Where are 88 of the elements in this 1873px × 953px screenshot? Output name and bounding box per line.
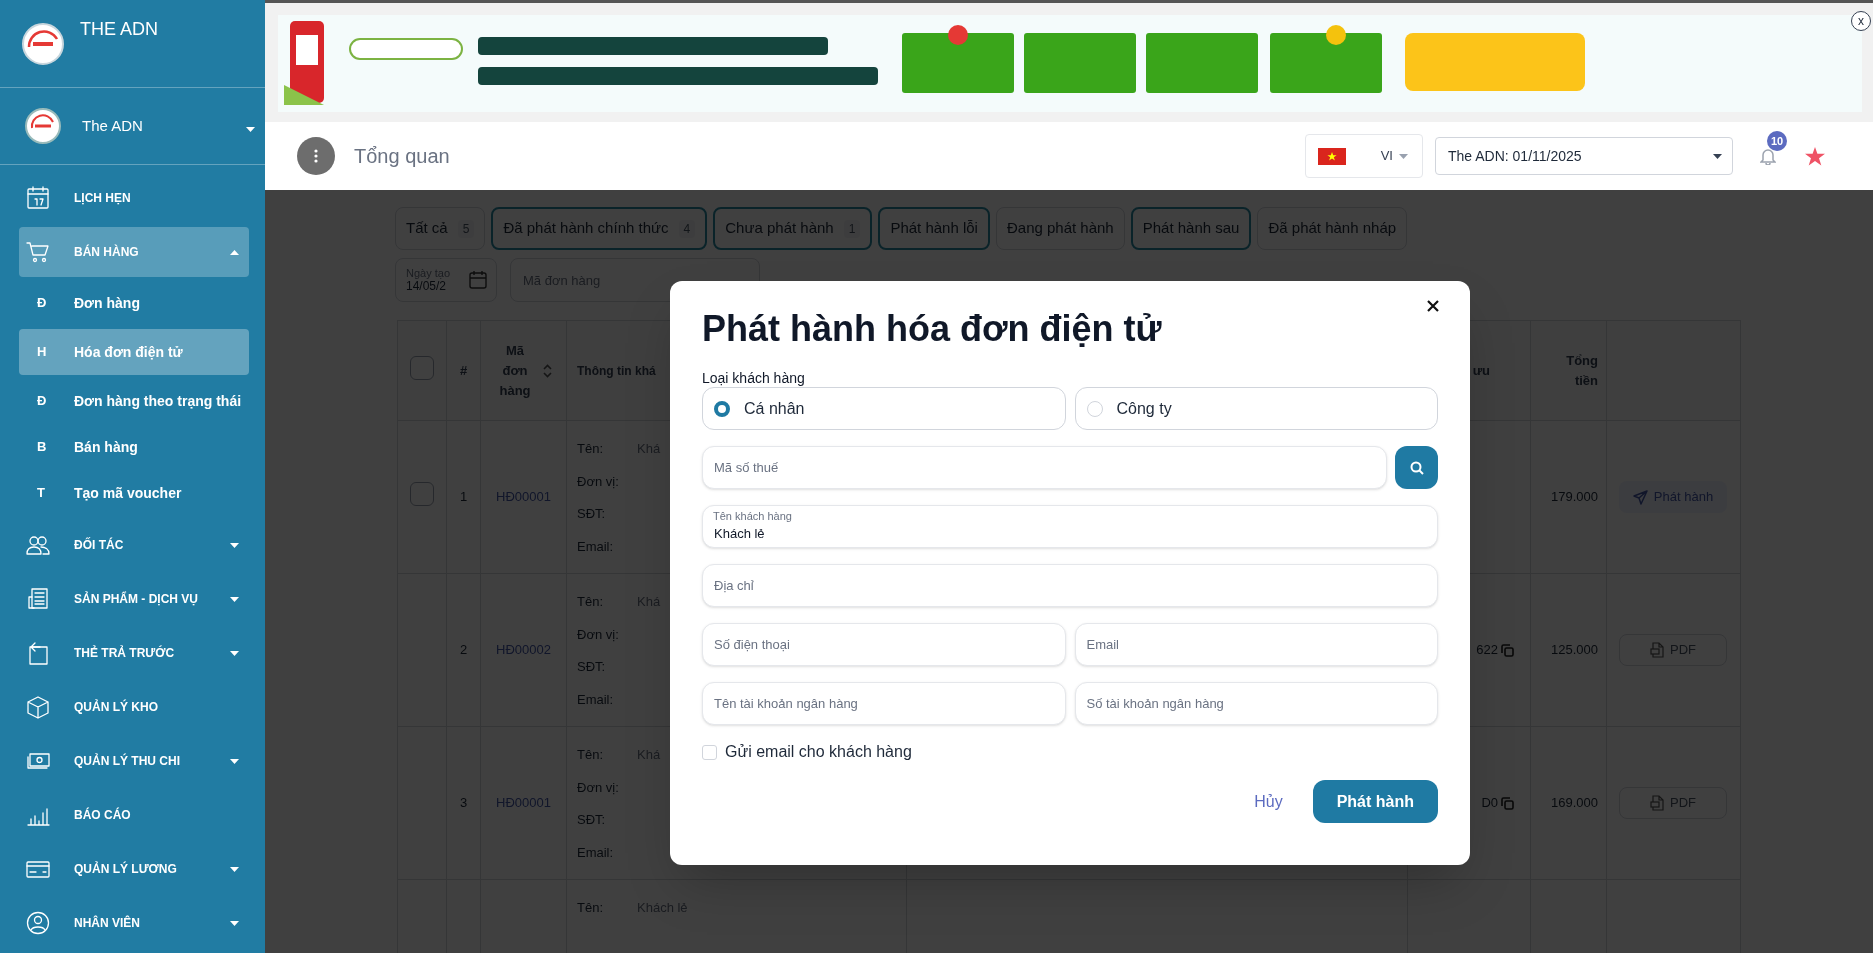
more-button[interactable] — [297, 137, 335, 175]
notification-badge: 10 — [1767, 131, 1787, 151]
close-button[interactable]: x — [1851, 11, 1871, 31]
sidebar-subitem[interactable]: T Tạo mã voucher — [19, 470, 249, 516]
sidebar-subitem[interactable]: B Bán hàng — [19, 424, 249, 470]
page-title: Tổng quan — [354, 144, 450, 169]
item-label: Tạo mã voucher — [74, 483, 182, 503]
info-label: Email: — [577, 537, 615, 556]
dialog-title: Phát hành hóa đơn điện tử — [702, 307, 1163, 351]
cart-icon — [26, 240, 50, 264]
item-initial: Đ — [37, 294, 48, 313]
info-label: Email: — [577, 843, 615, 862]
input-field[interactable]: Số tài khoản ngân hàng — [1074, 682, 1438, 725]
item-initial: H — [37, 343, 48, 362]
item-label: Bán hàng — [74, 437, 138, 457]
caret-icon — [1713, 153, 1722, 159]
info-label: Tên: — [577, 746, 604, 764]
box-icon — [26, 695, 50, 719]
info-label: Tên: — [577, 593, 604, 611]
cancel-link[interactable]: Hủy — [1254, 789, 1283, 814]
customer-type-option[interactable]: Cá nhân — [702, 387, 1066, 430]
item-initial: T — [37, 484, 46, 503]
star-icon[interactable] — [1805, 146, 1825, 166]
issue-button[interactable]: Phát hành — [1312, 780, 1438, 823]
caret-icon — [1399, 153, 1408, 159]
date-value: 14/05/2 — [406, 280, 448, 293]
language-select[interactable]: VI — [1305, 134, 1423, 178]
field-label: Loại khách hàng — [702, 369, 806, 387]
table-cell-text: 622 — [1476, 641, 1498, 660]
info-label: SĐT: — [577, 811, 607, 829]
checkbox-label: Gửi email cho khách hàng — [725, 742, 912, 762]
info-label: SĐT: — [577, 658, 607, 676]
sidebar-item[interactable]: QUẢN LÝ THU CHI — [19, 736, 249, 786]
people-icon — [26, 533, 50, 557]
input-field[interactable]: Email — [1074, 623, 1438, 666]
info-label: Tên: — [577, 899, 604, 917]
input-field[interactable]: Địa chỉ — [702, 564, 1438, 607]
item-label: Đơn hàng — [74, 293, 140, 313]
radio-button[interactable] — [714, 400, 730, 417]
tax-code-field[interactable]: Mã số thuế — [702, 446, 1387, 489]
sidebar-item[interactable]: QUẢN LÝ KHO — [19, 682, 249, 732]
sidebar-item[interactable]: BÁO CÁO — [19, 790, 249, 840]
card-arrow-icon — [26, 641, 50, 665]
checkbox[interactable] — [702, 744, 717, 760]
input-field[interactable]: Số điện thoại — [702, 623, 1066, 666]
sidebar-subitem[interactable]: H Hóa đơn điện tử — [19, 329, 249, 375]
sidebar-subitem[interactable]: Đ Đơn hàng theo trạng thái — [19, 378, 249, 424]
total-amount: 169.000 — [1551, 795, 1598, 811]
sidebar-item[interactable]: SẢN PHẨM - DỊCH VỤ — [19, 574, 249, 624]
table-cell-text: D0 — [1481, 794, 1498, 813]
search-button[interactable] — [1395, 446, 1438, 489]
input-field[interactable]: Tên tài khoản ngân hàng — [702, 682, 1066, 725]
info-label: Tên: — [577, 440, 604, 458]
total-amount: 179.000 — [1551, 489, 1598, 505]
sidebar-item[interactable]: QUẢN LÝ LƯƠNG — [19, 844, 249, 894]
item-label: Đơn hàng theo trạng thái — [74, 391, 242, 411]
item-label: Hóa đơn điện tử — [74, 342, 183, 362]
bell-icon — [1760, 147, 1776, 165]
sidebar-item[interactable]: THẺ TRẢ TRƯỚC — [19, 628, 249, 678]
brand-name: THE ADN — [80, 18, 158, 40]
row-number: 1 — [459, 489, 468, 505]
item-initial: B — [37, 438, 48, 457]
logo-icon — [21, 22, 65, 66]
row-number: 2 — [459, 642, 468, 658]
info-label: Email: — [577, 690, 615, 709]
sidebar-item[interactable]: BÁN HÀNG — [19, 227, 249, 277]
info-label: SĐT: — [577, 505, 607, 523]
total-amount: 125.000 — [1551, 642, 1598, 658]
user-icon — [26, 911, 50, 935]
sidebar-item[interactable]: ĐỐI TÁC — [19, 520, 249, 570]
sidebar-item[interactable]: LỊCH HẸN — [19, 173, 249, 223]
row-number: 3 — [459, 795, 468, 811]
close-icon — [1427, 300, 1439, 312]
more-icon — [314, 149, 318, 163]
column-header: # — [459, 362, 468, 378]
sidebar-item[interactable]: NHÂN VIÊN — [19, 898, 249, 948]
caret-icon — [246, 126, 255, 132]
flag-icon — [1318, 147, 1346, 165]
customer-type-option[interactable]: Công ty — [1074, 387, 1438, 430]
floating-label: Tên khách hàng — [713, 510, 792, 523]
account-switcher[interactable]: The ADN — [0, 88, 265, 165]
search-icon — [1409, 460, 1424, 475]
document-icon — [26, 587, 50, 611]
avatar-icon — [24, 107, 62, 145]
calendar-icon — [26, 186, 50, 210]
item-initial: Đ — [37, 392, 48, 411]
branch-select[interactable]: The ADN: 01/11/2025 — [1435, 137, 1733, 175]
sidebar-subitem[interactable]: Đ Đơn hàng — [19, 280, 249, 326]
